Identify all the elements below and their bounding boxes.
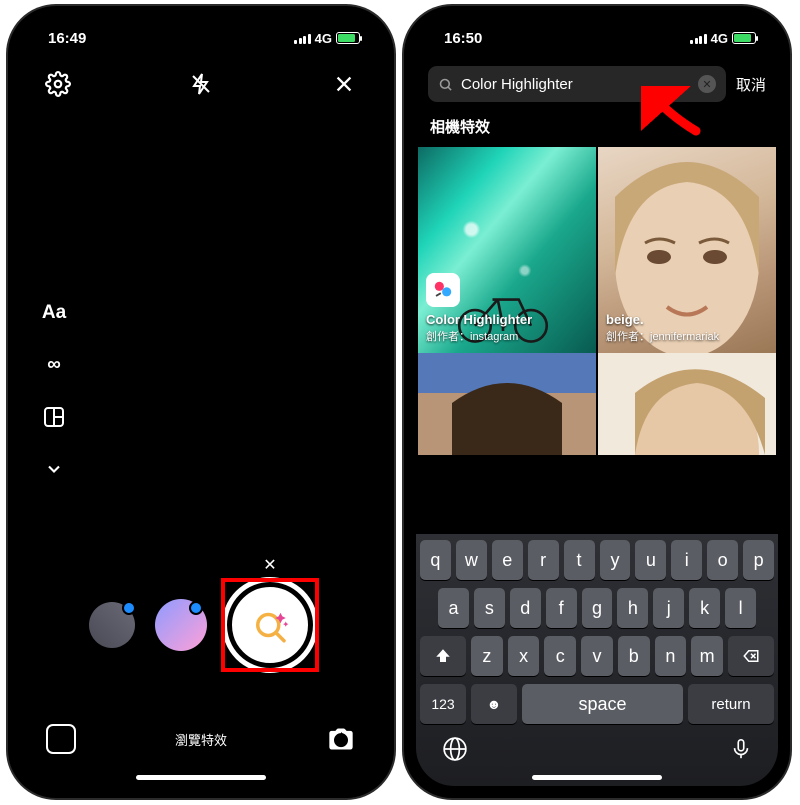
effect-tile[interactable]: [418, 353, 596, 455]
face-graphic: [598, 353, 776, 455]
gallery-thumb[interactable]: [89, 602, 135, 648]
key-i[interactable]: i: [671, 540, 702, 580]
network-label: 4G: [315, 31, 332, 46]
annotation-arrow: [641, 86, 711, 141]
camera-side-tools: Aa ∞: [40, 298, 68, 484]
key-r[interactable]: r: [528, 540, 559, 580]
keyboard: q w e r t y u i o p a s d f g h j k l: [416, 534, 778, 786]
key-j[interactable]: j: [653, 588, 684, 628]
key-a[interactable]: a: [438, 588, 469, 628]
status-time: 16:50: [444, 30, 482, 47]
effect-tile[interactable]: beige. 創作者：jennifermariak: [598, 147, 776, 353]
screen-effects-search: 16:50 4G Color Highlighter ✕ 取消 相機特效: [416, 18, 778, 786]
annotation-highlight: [221, 578, 319, 672]
key-n[interactable]: n: [655, 636, 687, 676]
effects-grid: Color Highlighter 創作者：instagram beige. 創…: [416, 147, 778, 353]
key-m[interactable]: m: [691, 636, 723, 676]
phone-left: 16:49 4G Aa ∞: [8, 6, 394, 798]
key-s[interactable]: s: [474, 588, 505, 628]
effects-grid-row2: [416, 353, 778, 455]
signal-icon: [690, 33, 707, 44]
key-k[interactable]: k: [689, 588, 720, 628]
tile-info: beige. 創作者：jennifermariak: [606, 311, 719, 345]
effect-tile[interactable]: Color Highlighter 創作者：instagram: [418, 147, 596, 353]
camera-bottom-bar: 瀏覽特效: [20, 724, 382, 754]
effect-tile[interactable]: [598, 353, 776, 455]
shift-key[interactable]: [420, 636, 466, 676]
home-indicator[interactable]: [532, 775, 662, 780]
more-tools-chevron-icon[interactable]: [40, 454, 68, 484]
effect-preset[interactable]: [155, 599, 207, 651]
effect-name: beige.: [606, 311, 719, 329]
key-f[interactable]: f: [546, 588, 577, 628]
key-w[interactable]: w: [456, 540, 487, 580]
section-title: 相機特效: [416, 110, 778, 147]
kb-row-1: q w e r t y u i o p: [420, 540, 774, 580]
key-d[interactable]: d: [510, 588, 541, 628]
status-time: 16:49: [48, 30, 86, 47]
gallery-button[interactable]: [46, 724, 76, 754]
backspace-key[interactable]: [728, 636, 774, 676]
numbers-key[interactable]: 123: [420, 684, 466, 724]
key-t[interactable]: t: [564, 540, 595, 580]
key-b[interactable]: b: [618, 636, 650, 676]
kb-row-2: a s d f g h j k l: [420, 588, 774, 628]
emoji-key[interactable]: ☻: [471, 684, 517, 724]
status-right: 4G: [294, 31, 360, 46]
search-value: Color Highlighter: [461, 76, 573, 93]
settings-icon[interactable]: [44, 70, 72, 98]
key-o[interactable]: o: [707, 540, 738, 580]
close-icon[interactable]: [330, 70, 358, 98]
mic-icon[interactable]: [730, 736, 752, 762]
screen-camera: 16:49 4G Aa ∞: [20, 18, 382, 786]
kb-row-3: z x c v b n m: [420, 636, 774, 676]
network-label: 4G: [711, 31, 728, 46]
battery-icon: [732, 32, 756, 44]
notch: [512, 6, 682, 32]
flash-off-icon[interactable]: [187, 70, 215, 98]
layout-tool[interactable]: [40, 402, 68, 432]
key-q[interactable]: q: [420, 540, 451, 580]
boomerang-tool[interactable]: ∞: [40, 350, 68, 380]
notch: [116, 6, 286, 32]
key-x[interactable]: x: [508, 636, 540, 676]
key-c[interactable]: c: [544, 636, 576, 676]
browse-effects-label[interactable]: 瀏覽特效: [175, 730, 227, 749]
signal-icon: [294, 33, 311, 44]
space-key[interactable]: space: [522, 684, 683, 724]
return-key[interactable]: return: [688, 684, 774, 724]
effect-name: Color Highlighter: [426, 311, 532, 329]
search-row: Color Highlighter ✕ 取消: [416, 58, 778, 110]
kb-row-4: 123 ☻ space return: [420, 684, 774, 724]
key-u[interactable]: u: [635, 540, 666, 580]
shutter-area: ✕: [20, 582, 382, 668]
search-icon: [438, 77, 453, 92]
key-g[interactable]: g: [582, 588, 613, 628]
key-h[interactable]: h: [617, 588, 648, 628]
cancel-button[interactable]: 取消: [736, 74, 766, 95]
battery-icon: [336, 32, 360, 44]
flip-camera-icon[interactable]: [326, 724, 356, 754]
key-z[interactable]: z: [471, 636, 503, 676]
effect-author: 創作者：jennifermariak: [606, 330, 719, 345]
tile-info: Color Highlighter 創作者：instagram: [426, 273, 532, 345]
key-v[interactable]: v: [581, 636, 613, 676]
home-indicator[interactable]: [136, 775, 266, 780]
close-effect-icon[interactable]: ✕: [263, 555, 276, 575]
key-e[interactable]: e: [492, 540, 523, 580]
key-l[interactable]: l: [725, 588, 756, 628]
status-right: 4G: [690, 31, 756, 46]
face-graphic: [418, 353, 596, 455]
effects-shutter-button[interactable]: ✕: [227, 582, 313, 668]
key-y[interactable]: y: [600, 540, 631, 580]
keyboard-bottom: [420, 732, 774, 762]
globe-icon[interactable]: [442, 736, 468, 762]
camera-top-bar: [20, 58, 382, 110]
effect-app-icon: [426, 273, 460, 307]
effect-author: 創作者：instagram: [426, 330, 532, 345]
key-p[interactable]: p: [743, 540, 774, 580]
text-tool[interactable]: Aa: [40, 298, 68, 328]
phone-right: 16:50 4G Color Highlighter ✕ 取消 相機特效: [404, 6, 790, 798]
